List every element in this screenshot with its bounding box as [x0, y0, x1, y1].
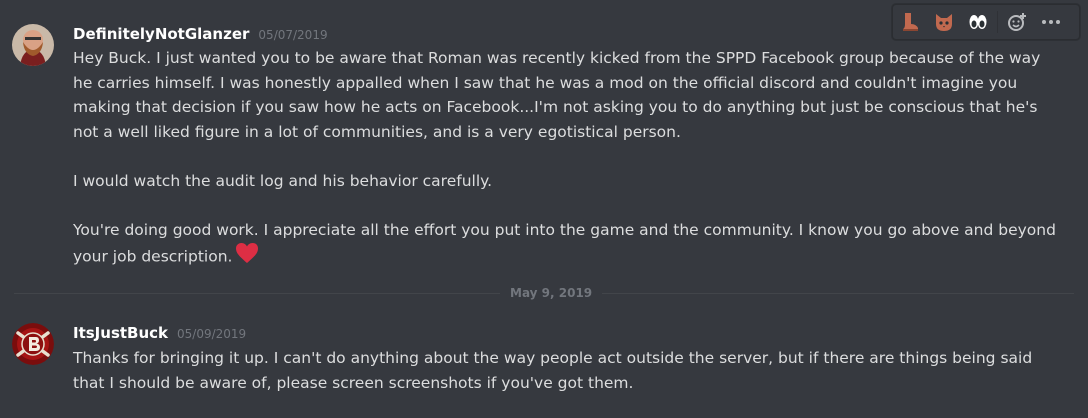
username[interactable]: ItsJustBuck: [73, 324, 168, 342]
username[interactable]: DefinitelyNotGlanzer: [73, 25, 249, 43]
message-content: Thanks for bringing it up. I can't do an…: [73, 346, 1063, 395]
message-toolbar: [892, 4, 1080, 40]
message-paragraph: You're doing good work. I appreciate all…: [73, 218, 1063, 272]
message-paragraph: Hey Buck. I just wanted you to be aware …: [73, 49, 1041, 141]
eyes-emoji-icon[interactable]: [961, 5, 995, 39]
message-text: You're doing good work. I appreciate all…: [73, 220, 1056, 266]
heart-emoji-icon: [235, 242, 259, 272]
toolbar-separator: [997, 11, 998, 33]
more-options-icon[interactable]: [1034, 5, 1068, 39]
add-reaction-icon[interactable]: [1000, 5, 1034, 39]
message-paragraph: Thanks for bringing it up. I can't do an…: [73, 349, 1033, 392]
boot-emoji-icon[interactable]: [893, 5, 927, 39]
message-content: Hey Buck. I just wanted you to be aware …: [73, 46, 1063, 272]
timestamp: 05/07/2019: [258, 28, 328, 42]
cat-face-emoji-icon[interactable]: [927, 5, 961, 39]
message-paragraph: I would watch the audit log and his beha…: [73, 171, 493, 190]
avatar[interactable]: [12, 323, 54, 365]
date-divider: May 9, 2019: [500, 286, 603, 300]
timestamp: 05/09/2019: [177, 327, 247, 341]
avatar[interactable]: [12, 24, 54, 66]
